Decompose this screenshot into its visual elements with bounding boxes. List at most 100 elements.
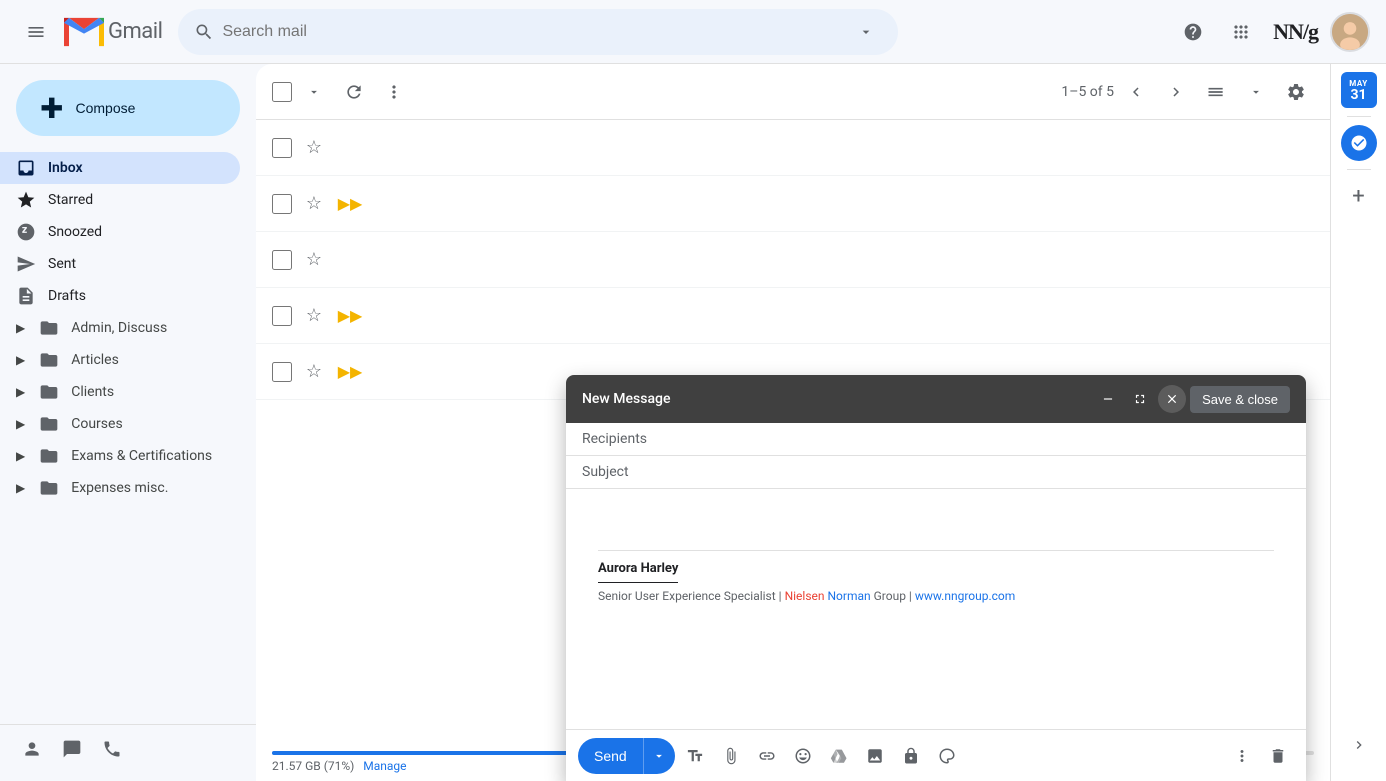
compose-body[interactable]: Aurora Harley Senior User Experience Spe… <box>566 489 1306 729</box>
tasks-icon-btn[interactable] <box>1341 125 1377 161</box>
send-dropdown-button[interactable] <box>643 738 675 774</box>
forward-arrow <box>336 246 364 274</box>
compose-footer-right <box>1226 740 1294 772</box>
email-toolbar: 1–5 of 5 <box>256 64 1330 120</box>
forward-arrow: ▶▶ <box>336 190 364 218</box>
main-layout: ✚ Compose Inbox Starred Snoozed <box>0 64 1386 781</box>
sidebar-item-drafts[interactable]: Drafts <box>0 280 240 312</box>
email-checkbox[interactable] <box>272 362 292 382</box>
expand-panel-button[interactable] <box>1339 725 1379 765</box>
compose-recipients-row: Recipients <box>566 423 1306 456</box>
snoozed-icon <box>16 222 36 242</box>
sidebar-item-sent[interactable]: Sent <box>0 248 240 280</box>
compose-close-button[interactable] <box>1158 385 1186 413</box>
drafts-icon <box>16 286 36 306</box>
search-dropdown-button[interactable] <box>850 16 882 48</box>
star-button[interactable]: ☆ <box>300 358 328 386</box>
prev-page-button[interactable] <box>1118 74 1154 110</box>
esignature-button[interactable] <box>931 740 963 772</box>
select-all-checkbox[interactable] <box>272 82 292 102</box>
email-checkbox[interactable] <box>272 306 292 326</box>
star-button[interactable]: ☆ <box>300 134 328 162</box>
insert-photo-button[interactable] <box>859 740 891 772</box>
star-button[interactable]: ☆ <box>300 302 328 330</box>
apps-button[interactable] <box>1221 12 1261 52</box>
folder-arrow-icon: ▶ <box>16 481 25 495</box>
folder-arrow-icon: ▶ <box>16 449 25 463</box>
sidebar-item-courses[interactable]: ▶ Courses <box>0 408 240 440</box>
attach-files-button[interactable] <box>715 740 747 772</box>
insert-link-button[interactable] <box>751 740 783 772</box>
menu-button[interactable] <box>16 12 56 52</box>
courses-label: Courses <box>71 416 122 432</box>
star-icon <box>16 190 36 210</box>
view-dropdown-button[interactable] <box>1238 74 1274 110</box>
insert-emoji-button[interactable] <box>787 740 819 772</box>
notes-icon-btn[interactable] <box>56 733 88 765</box>
exams-certifications-label: Exams & Certifications <box>71 448 212 464</box>
snoozed-label: Snoozed <box>48 224 102 240</box>
star-button[interactable]: ☆ <box>300 246 328 274</box>
next-page-button[interactable] <box>1158 74 1194 110</box>
search-input[interactable] <box>222 23 842 41</box>
send-button[interactable]: Send <box>578 738 643 774</box>
email-row[interactable]: ☆ ▶▶ <box>256 176 1330 232</box>
subject-input[interactable] <box>662 464 1290 480</box>
email-checkbox[interactable] <box>272 138 292 158</box>
sig-nielsen: Nielsen <box>785 589 825 603</box>
sidebar-item-admin-discuss[interactable]: ▶ Admin, Discuss <box>0 312 240 344</box>
confidential-mode-button[interactable] <box>895 740 927 772</box>
email-row[interactable]: ☆ <box>256 232 1330 288</box>
pagination-info: 1–5 of 5 <box>1061 74 1314 110</box>
folder-arrow-icon: ▶ <box>16 385 25 399</box>
email-row[interactable]: ☆ <box>256 120 1330 176</box>
inbox-label: Inbox <box>48 160 83 176</box>
insert-drive-button[interactable] <box>823 740 855 772</box>
discard-button[interactable] <box>1262 740 1294 772</box>
search-bar[interactable] <box>178 9 898 55</box>
sidebar-item-exams-certifications[interactable]: ▶ Exams & Certifications <box>0 440 240 472</box>
expenses-misc-label: Expenses misc. <box>71 480 168 496</box>
sidebar-item-articles[interactable]: ▶ Articles <box>0 344 240 376</box>
sig-title-text: Senior User Experience Specialist | <box>598 589 785 603</box>
storage-text: 21.57 GB (71%) <box>272 759 354 773</box>
calendar-icon-btn[interactable]: MAY 31 <box>1341 72 1377 108</box>
folder-arrow-icon: ▶ <box>16 417 25 431</box>
sidebar-item-clients[interactable]: ▶ Clients <box>0 376 240 408</box>
view-toggle-button[interactable] <box>1198 74 1234 110</box>
more-options-button[interactable] <box>376 74 412 110</box>
email-checkbox[interactable] <box>272 250 292 270</box>
recipients-input[interactable] <box>662 431 1290 447</box>
sig-norman: Norman <box>828 589 871 603</box>
sig-title: Senior User Experience Specialist | Niel… <box>598 587 1274 606</box>
avatar[interactable] <box>1330 12 1370 52</box>
email-row[interactable]: ☆ ▶▶ <box>256 288 1330 344</box>
articles-label: Articles <box>71 352 119 368</box>
manage-storage-link[interactable]: Manage <box>363 759 406 773</box>
compose-button[interactable]: ✚ Compose <box>16 80 240 136</box>
save-close-button[interactable]: Save & close <box>1190 386 1290 413</box>
refresh-button[interactable] <box>336 74 372 110</box>
email-checkbox[interactable] <box>272 194 292 214</box>
star-button[interactable]: ☆ <box>300 190 328 218</box>
select-dropdown-button[interactable] <box>296 74 332 110</box>
format-text-button[interactable] <box>679 740 711 772</box>
recipients-label: Recipients <box>582 431 662 447</box>
subject-label: Subject <box>582 464 662 480</box>
contacts-icon-btn[interactable] <box>16 733 48 765</box>
sidebar-item-inbox[interactable]: Inbox <box>0 152 240 184</box>
add-app-button[interactable]: + <box>1341 178 1377 214</box>
compose-maximize-button[interactable] <box>1126 385 1154 413</box>
sent-label: Sent <box>48 256 76 272</box>
sidebar-item-expenses-misc[interactable]: ▶ Expenses misc. <box>0 472 240 504</box>
sidebar-item-starred[interactable]: Starred <box>0 184 240 216</box>
folder-icon <box>39 446 59 466</box>
more-options-button[interactable] <box>1226 740 1258 772</box>
sig-link[interactable]: www.nngroup.com <box>915 589 1015 603</box>
settings-button[interactable] <box>1278 74 1314 110</box>
phone-icon-btn[interactable] <box>96 733 128 765</box>
compose-minimize-button[interactable] <box>1094 385 1122 413</box>
help-button[interactable] <box>1173 12 1213 52</box>
nng-logo: NN/g <box>1269 19 1322 45</box>
sidebar-item-snoozed[interactable]: Snoozed <box>0 216 240 248</box>
